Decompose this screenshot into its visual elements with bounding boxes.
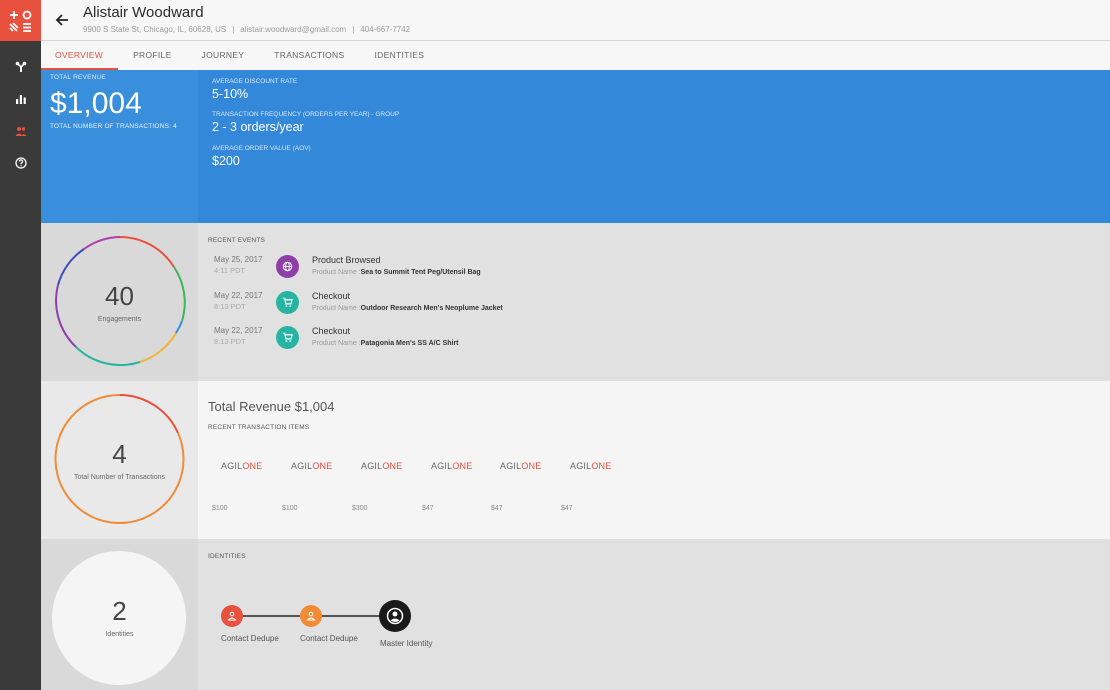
arrow-back-icon: [55, 14, 68, 26]
total-revenue-value: $1,004: [50, 87, 142, 120]
account-circle-icon: [379, 600, 411, 632]
people-icon: [15, 127, 26, 136]
item-price: $47: [561, 505, 573, 512]
help-icon: [14, 157, 27, 169]
product-logo: AGILONE: [361, 461, 403, 471]
tab-identities[interactable]: IDENTITIES: [359, 41, 439, 70]
person-icon: [221, 605, 243, 627]
product-logo: AGILONE: [500, 461, 542, 471]
globe-icon: [276, 255, 299, 278]
transaction-item[interactable]: AGILONE $47: [422, 461, 501, 512]
identity-label: Contact Dedupe: [300, 634, 358, 643]
transaction-item[interactable]: AGILONE $100: [212, 461, 291, 512]
event-item[interactable]: May 22, 2017 8:13 PDT Checkout Product N…: [214, 326, 614, 356]
customer-name: Alistair Woodward: [83, 4, 204, 21]
recent-events-title: RECENT EVENTS: [208, 237, 266, 244]
profile-header: Alistair Woodward 9900 S State St, Chica…: [41, 0, 1110, 41]
person-icon: [300, 605, 322, 627]
item-price: $100: [282, 505, 298, 512]
event-item[interactable]: May 25, 2017 4:11 PDT Product Browsed Pr…: [214, 255, 614, 285]
transaction-item[interactable]: AGILONE $100: [282, 461, 361, 512]
identity-node[interactable]: [220, 605, 244, 627]
product-logo: AGILONE: [431, 461, 473, 471]
identities-label: Identities: [105, 631, 134, 638]
product-logo: AGILONE: [570, 461, 612, 471]
tab-overview[interactable]: OVERVIEW: [41, 41, 119, 70]
recent-events-panel: RECENT EVENTS May 25, 2017 4:11 PDT Prod…: [198, 223, 1110, 381]
transactions-count-label: TOTAL NUMBER OF TRANSACTIONS: 4: [50, 123, 177, 130]
sidebar-item-analytics[interactable]: [0, 83, 41, 115]
cart-icon: [276, 291, 299, 314]
identity-label: Master Identity: [380, 639, 433, 648]
back-button[interactable]: [53, 11, 71, 29]
tab-bar: OVERVIEW PROFILE JOURNEY TRANSACTIONS ID…: [41, 41, 1110, 70]
connections-icon: [15, 61, 26, 72]
app-logo[interactable]: [0, 0, 41, 41]
item-price: $100: [212, 505, 228, 512]
agilone-logo-icon: [8, 10, 31, 32]
sidebar-item-connections[interactable]: [0, 51, 41, 83]
total-revenue-card: TOTAL REVENUE $1,004 TOTAL NUMBER OF TRA…: [41, 70, 198, 223]
tab-transactions[interactable]: TRANSACTIONS: [259, 41, 359, 70]
transaction-item[interactable]: AGILONE $47: [561, 461, 640, 512]
customer-profile-app: Alistair Woodward 9900 S State St, Chica…: [0, 0, 1110, 690]
identities-count: 2: [112, 596, 127, 626]
metric-transaction-frequency: TRANSACTION FREQUENCY (ORDERS PER YEAR) …: [212, 111, 400, 134]
tab-journey[interactable]: JOURNEY: [187, 41, 260, 70]
identity-node[interactable]: [299, 605, 323, 627]
item-price: $47: [422, 505, 434, 512]
transactions-label: Total Number of Transactions: [73, 474, 166, 481]
identities-panel: IDENTITIES Contact Dedupe Contact Dedupe…: [198, 539, 1110, 690]
engagements-label: Engagements: [97, 316, 142, 323]
metrics-panel: AVERAGE DISCOUNT RATE 5-10% TRANSACTION …: [198, 70, 1110, 223]
sidebar-item-help[interactable]: [0, 147, 41, 179]
item-price: $47: [491, 505, 503, 512]
identity-label: Contact Dedupe: [221, 634, 279, 643]
identities-card: 2 Identities: [41, 539, 198, 690]
product-logo: AGILONE: [291, 461, 333, 471]
contact-info: 9900 S State St, Chicago, IL, 60628, US |…: [83, 25, 411, 34]
total-revenue-label: TOTAL REVENUE: [50, 74, 106, 81]
customer-phone: 404-667-7742: [360, 25, 411, 34]
master-identity-node[interactable]: [379, 600, 411, 632]
bar-chart-icon: [15, 95, 26, 104]
sidebar: [0, 0, 41, 690]
sidebar-item-customers[interactable]: [0, 115, 41, 147]
transactions-count: 4: [112, 439, 127, 469]
engagements-card: 40 Engagements: [41, 223, 198, 381]
transactions-panel: Total Revenue $1,004 RECENT TRANSACTION …: [198, 381, 1110, 539]
customer-address: 9900 S State St, Chicago, IL, 60628, US: [83, 25, 227, 34]
engagements-count: 40: [105, 281, 134, 311]
identities-title: IDENTITIES: [208, 553, 246, 560]
transaction-item[interactable]: AGILONE $300: [352, 461, 431, 512]
metric-average-order-value: AVERAGE ORDER VALUE (AOV) $200: [212, 145, 311, 168]
event-item[interactable]: May 22, 2017 8:13 PDT Checkout Product N…: [214, 291, 614, 321]
recent-transaction-items-title: RECENT TRANSACTION ITEMS: [208, 424, 310, 431]
transactions-revenue-title: Total Revenue $1,004: [208, 399, 335, 414]
metric-discount-rate: AVERAGE DISCOUNT RATE 5-10%: [212, 78, 298, 101]
product-logo: AGILONE: [221, 461, 263, 471]
customer-email[interactable]: alistair.woodward@gmail.com: [240, 25, 346, 34]
transactions-card: 4 Total Number of Transactions: [41, 381, 198, 539]
item-price: $300: [352, 505, 368, 512]
transaction-item[interactable]: AGILONE $47: [491, 461, 570, 512]
cart-icon: [276, 326, 299, 349]
tab-profile[interactable]: PROFILE: [118, 41, 186, 70]
